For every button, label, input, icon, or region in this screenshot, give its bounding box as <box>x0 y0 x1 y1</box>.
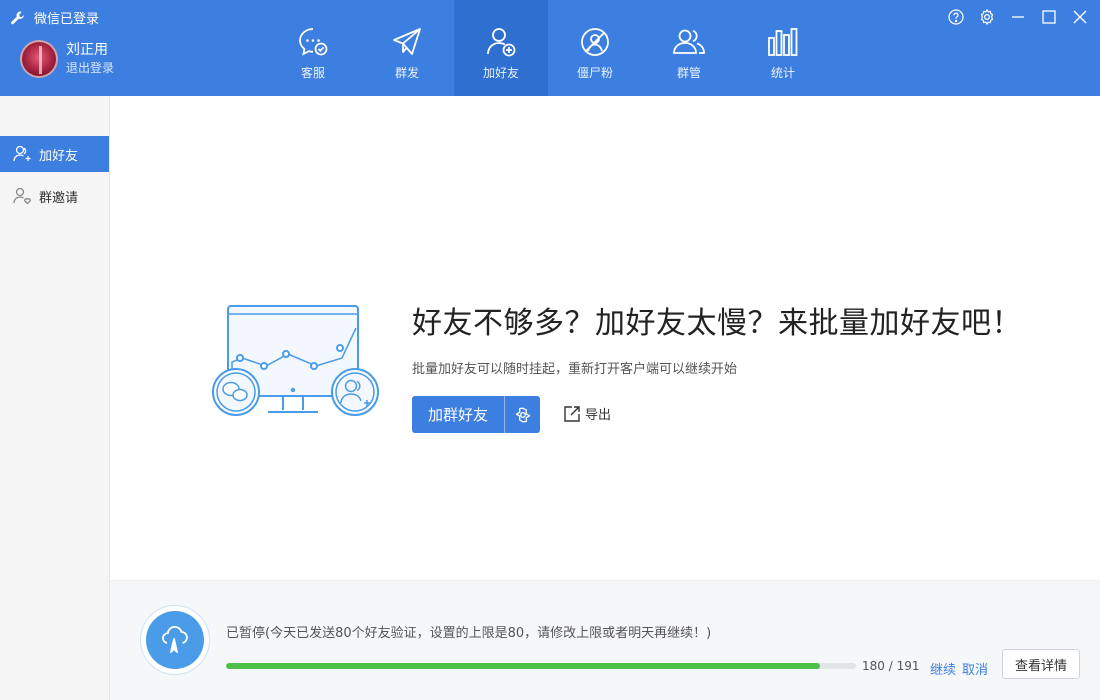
view-details-button[interactable]: 查看详情 <box>1002 649 1080 679</box>
sidebar: 加好友 群邀请 <box>0 96 110 700</box>
wrench-icon <box>11 11 24 24</box>
sidebar-item-group-invite[interactable]: 群邀请 <box>0 178 109 214</box>
tab-statistics[interactable]: 统计 <box>736 0 830 96</box>
add-friend-settings-button[interactable] <box>504 396 540 433</box>
sidebar-item-label: 群邀请 <box>39 190 79 206</box>
tab-group-manage[interactable]: 群管 <box>642 0 736 96</box>
tab-label: 群管 <box>676 66 701 80</box>
page-headline: 好友不够多？加好友太慢？来批量加好友吧！ <box>412 306 1022 341</box>
login-status: 微信已登录 <box>10 8 99 27</box>
close-button[interactable] <box>1067 6 1092 28</box>
main-panel: 好友不够多？加好友太慢？来批量加好友吧！ 批量加好友可以随时挂起，重新打开客户端… <box>110 96 1100 580</box>
paper-plane-icon <box>393 28 421 55</box>
export-label: 导出 <box>585 408 612 423</box>
settings-button[interactable] <box>974 6 999 28</box>
window-controls <box>943 6 1092 28</box>
task-status-badge <box>140 605 210 675</box>
group-manage-icon <box>673 29 705 54</box>
tab-mass-send[interactable]: 群发 <box>360 0 454 96</box>
continue-button[interactable]: 继续 <box>930 659 956 678</box>
title-bar: 微信已登录 刘正用 退出登录 客服 群发 加好友 僵尸粉 群管 统计 <box>0 0 1100 96</box>
maximize-icon <box>1041 10 1056 24</box>
zombie-fan-icon <box>581 28 609 56</box>
tab-add-friend[interactable]: 加好友 <box>454 0 548 96</box>
task-progress-fill <box>226 663 820 669</box>
add-friend-button-group: 加群好友 <box>412 396 540 433</box>
tab-label: 统计 <box>770 66 795 80</box>
help-button[interactable] <box>943 6 968 28</box>
tab-label: 客服 <box>300 66 325 80</box>
task-progress-count: 180 / 191 <box>862 659 920 673</box>
export-icon <box>564 405 580 422</box>
add-friend-icon <box>13 145 31 162</box>
add-friend-icon <box>487 28 516 57</box>
page-subtitle: 批量加好友可以随时挂起，重新打开客户端可以继续开始 <box>412 362 738 377</box>
user-name: 刘正用 <box>66 42 108 58</box>
tab-zombie-fans[interactable]: 僵尸粉 <box>548 0 642 96</box>
sidebar-item-label: 加好友 <box>39 148 79 164</box>
tab-customer-service[interactable]: 客服 <box>266 0 360 96</box>
tab-label: 群发 <box>394 66 419 80</box>
add-group-friends-button[interactable]: 加群好友 <box>412 396 504 433</box>
settings-icon <box>980 9 993 25</box>
user-info: 刘正用 退出登录 <box>20 40 114 78</box>
chat-bubble-icon <box>299 28 328 56</box>
task-progress-bar <box>226 663 856 669</box>
task-status-bar: 已暂停(今天已发送80个好友验证，设置的上限是80，请修改上限或者明天再继续！)… <box>110 580 1100 700</box>
cancel-button[interactable]: 取消 <box>962 659 988 678</box>
export-button[interactable]: 导出 <box>563 404 611 423</box>
logout-link[interactable]: 退出登录 <box>66 59 114 77</box>
tab-label: 僵尸粉 <box>576 66 613 80</box>
maximize-button[interactable] <box>1036 6 1061 28</box>
login-status-text: 微信已登录 <box>34 12 100 27</box>
settings-icon <box>515 407 530 422</box>
minimize-icon <box>1011 16 1024 18</box>
bar-chart-icon <box>768 28 798 56</box>
group-invite-icon <box>13 187 31 205</box>
cloud-pen-icon <box>162 625 188 653</box>
main-nav: 客服 群发 加好友 僵尸粉 群管 统计 <box>266 0 830 96</box>
tab-label: 加好友 <box>482 66 519 80</box>
sidebar-item-add-friend[interactable]: 加好友 <box>0 136 109 172</box>
task-status-text: 已暂停(今天已发送80个好友验证，设置的上限是80，请修改上限或者明天再继续！) <box>226 626 712 641</box>
help-icon <box>947 9 964 25</box>
avatar[interactable] <box>20 40 58 78</box>
close-icon <box>1073 10 1086 24</box>
monitor-illustration-icon <box>212 305 379 416</box>
minimize-button[interactable] <box>1005 6 1030 28</box>
